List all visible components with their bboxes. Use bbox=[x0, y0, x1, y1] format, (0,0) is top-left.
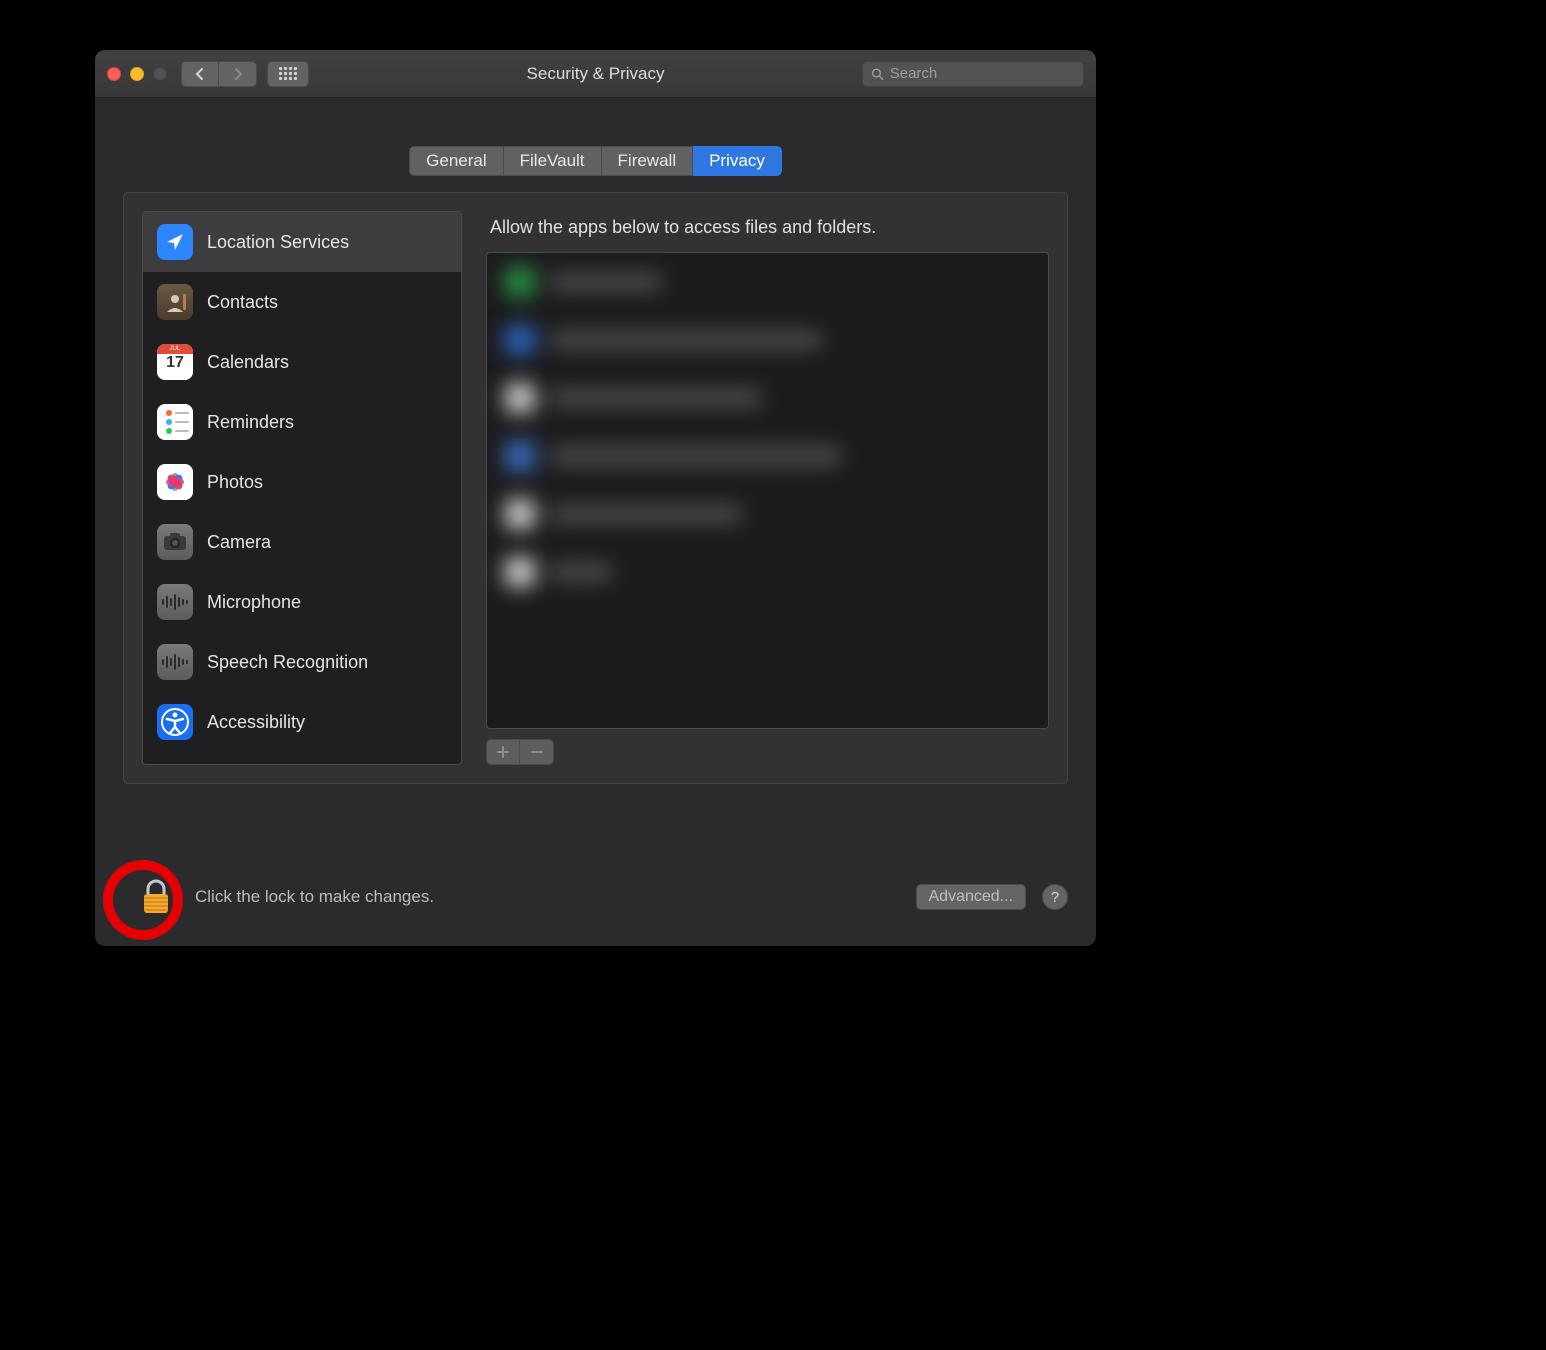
search-field[interactable] bbox=[862, 61, 1084, 87]
sidebar-item-camera[interactable]: Camera bbox=[143, 512, 461, 572]
content-description: Allow the apps below to access files and… bbox=[490, 217, 1049, 238]
sidebar-item-microphone[interactable]: Microphone bbox=[143, 572, 461, 632]
list-item bbox=[487, 253, 1048, 311]
sidebar-item-label: Microphone bbox=[207, 592, 301, 613]
list-item bbox=[487, 369, 1048, 427]
grid-icon bbox=[279, 67, 297, 80]
lock-button[interactable] bbox=[139, 878, 173, 916]
sidebar-item-label: Contacts bbox=[207, 292, 278, 313]
sidebar-item-photos[interactable]: Photos bbox=[143, 452, 461, 512]
calendar-icon: JUL 17 bbox=[157, 344, 193, 380]
content-area: Allow the apps below to access files and… bbox=[486, 211, 1049, 765]
reminders-icon bbox=[157, 404, 193, 440]
chevron-left-icon bbox=[195, 68, 205, 80]
privacy-category-list[interactable]: Location Services Contacts JUL 17 Calend… bbox=[142, 211, 462, 765]
accessibility-icon bbox=[157, 704, 193, 740]
sidebar-item-label: Accessibility bbox=[207, 712, 305, 733]
sidebar-item-calendars[interactable]: JUL 17 Calendars bbox=[143, 332, 461, 392]
sidebar-item-label: Reminders bbox=[207, 412, 294, 433]
sidebar-item-location-services[interactable]: Location Services bbox=[143, 212, 461, 272]
lock-icon bbox=[139, 878, 173, 916]
add-app-button[interactable] bbox=[486, 739, 520, 765]
tab-firewall[interactable]: Firewall bbox=[602, 146, 694, 176]
footer: Click the lock to make changes. Advanced… bbox=[95, 860, 1096, 946]
lock-hint-text: Click the lock to make changes. bbox=[195, 887, 434, 907]
search-icon bbox=[871, 67, 884, 81]
location-icon bbox=[157, 224, 193, 260]
zoom-window-button[interactable] bbox=[153, 67, 167, 81]
speech-icon bbox=[157, 644, 193, 680]
sidebar-item-reminders[interactable]: Reminders bbox=[143, 392, 461, 452]
close-window-button[interactable] bbox=[107, 67, 121, 81]
help-button[interactable]: ? bbox=[1042, 884, 1068, 910]
show-all-button[interactable] bbox=[267, 61, 309, 87]
list-item bbox=[487, 485, 1048, 543]
window-controls bbox=[107, 67, 167, 81]
sidebar-item-label: Photos bbox=[207, 472, 263, 493]
app-permissions-list[interactable] bbox=[486, 252, 1049, 729]
tab-bar: General FileVault Firewall Privacy bbox=[95, 146, 1096, 176]
sidebar-item-label: Camera bbox=[207, 532, 271, 553]
list-item bbox=[487, 543, 1048, 601]
sidebar-item-label: Calendars bbox=[207, 352, 289, 373]
minimize-window-button[interactable] bbox=[130, 67, 144, 81]
chevron-right-icon bbox=[233, 68, 243, 80]
contacts-icon bbox=[157, 284, 193, 320]
microphone-icon bbox=[157, 584, 193, 620]
sidebar-item-speech-recognition[interactable]: Speech Recognition bbox=[143, 632, 461, 692]
remove-app-button[interactable] bbox=[520, 739, 554, 765]
preferences-window: Security & Privacy General FileVault Fir… bbox=[95, 50, 1096, 946]
tab-filevault[interactable]: FileVault bbox=[504, 146, 602, 176]
camera-icon bbox=[157, 524, 193, 560]
minus-icon bbox=[531, 746, 543, 758]
advanced-button[interactable]: Advanced... bbox=[916, 884, 1027, 910]
list-item bbox=[487, 311, 1048, 369]
tab-privacy[interactable]: Privacy bbox=[693, 146, 782, 176]
back-button[interactable] bbox=[181, 61, 219, 87]
main-panel: Location Services Contacts JUL 17 Calend… bbox=[123, 192, 1068, 784]
plus-icon bbox=[497, 746, 509, 758]
photos-icon bbox=[157, 464, 193, 500]
tab-general[interactable]: General bbox=[409, 146, 503, 176]
sidebar-item-accessibility[interactable]: Accessibility bbox=[143, 692, 461, 752]
sidebar-item-contacts[interactable]: Contacts bbox=[143, 272, 461, 332]
add-remove-controls bbox=[486, 739, 1049, 765]
sidebar-item-label: Speech Recognition bbox=[207, 652, 368, 673]
sidebar-item-label: Location Services bbox=[207, 232, 349, 253]
titlebar: Security & Privacy bbox=[95, 50, 1096, 98]
search-input[interactable] bbox=[890, 65, 1075, 82]
list-item bbox=[487, 427, 1048, 485]
nav-buttons bbox=[181, 61, 257, 87]
forward-button[interactable] bbox=[219, 61, 257, 87]
